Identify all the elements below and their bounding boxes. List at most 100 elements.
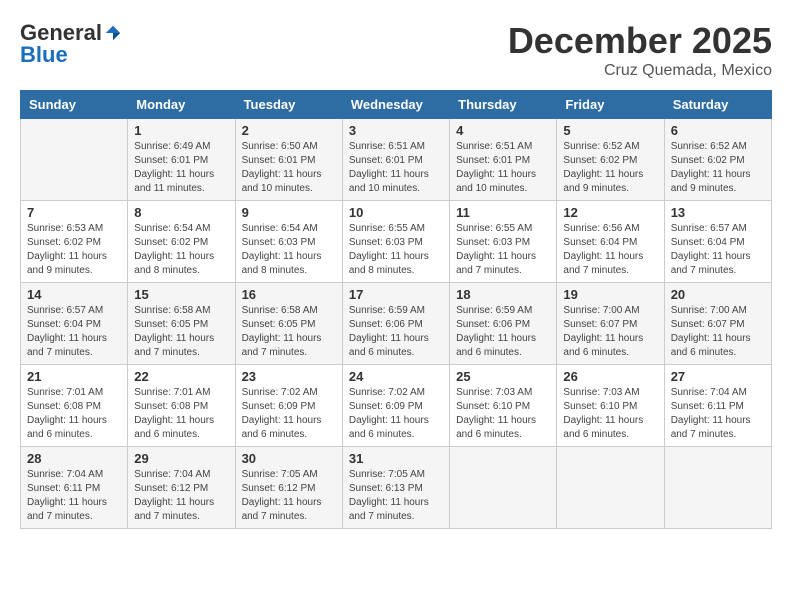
day-info: Sunrise: 7:01 AM Sunset: 6:08 PM Dayligh…	[134, 386, 228, 442]
calendar-day-cell: 26 Sunrise: 7:03 AM Sunset: 6:10 PM Dayli…	[557, 365, 664, 447]
day-info: Sunrise: 6:54 AM Sunset: 6:03 PM Dayligh…	[242, 222, 336, 278]
calendar-day-cell: 28Sunrise: 7:04 AM Sunset: 6:11 PM Dayli…	[21, 447, 128, 529]
day-number: 14	[27, 287, 121, 302]
day-number: 31	[349, 451, 443, 466]
day-number: 13	[671, 205, 765, 220]
calendar-day-cell: 21Sunrise: 7:01 AM Sunset: 6:08 PM Dayli…	[21, 365, 128, 447]
calendar-day-cell: 25Sunrise: 7:03 AM Sunset: 6:10 PM Dayli…	[450, 365, 557, 447]
day-info: Sunrise: 6:50 AM Sunset: 6:01 PM Dayligh…	[242, 140, 336, 196]
calendar-day-cell: 3 Sunrise: 6:51 AM Sunset: 6:01 PM Daylig…	[342, 119, 449, 201]
day-info: Sunrise: 6:52 AM Sunset: 6:02 PM Dayligh…	[563, 140, 657, 196]
calendar-day-cell: 5 Sunrise: 6:52 AM Sunset: 6:02 PM Daylig…	[557, 119, 664, 201]
logo: General Blue	[20, 20, 122, 68]
day-number: 16	[242, 287, 336, 302]
location: Cruz Quemada, Mexico	[508, 62, 772, 80]
day-info: Sunrise: 7:05 AM Sunset: 6:13 PM Dayligh…	[349, 468, 443, 524]
day-number: 15	[134, 287, 228, 302]
calendar-header-cell: Tuesday	[235, 91, 342, 119]
calendar-day-cell: 27 Sunrise: 7:04 AM Sunset: 6:11 PM Dayli…	[664, 365, 771, 447]
day-info: Sunrise: 7:02 AM Sunset: 6:09 PM Dayligh…	[349, 386, 443, 442]
calendar-day-cell: 14 Sunrise: 6:57 AM Sunset: 6:04 PM Dayli…	[21, 283, 128, 365]
calendar-day-cell	[557, 447, 664, 529]
calendar-day-cell: 23 Sunrise: 7:02 AM Sunset: 6:09 PM Dayli…	[235, 365, 342, 447]
day-number: 1	[134, 123, 228, 138]
day-info: Sunrise: 6:58 AM Sunset: 6:05 PM Dayligh…	[134, 304, 228, 360]
calendar-day-cell: 9 Sunrise: 6:54 AM Sunset: 6:03 PM Daylig…	[235, 201, 342, 283]
day-info: Sunrise: 6:55 AM Sunset: 6:03 PM Dayligh…	[456, 222, 550, 278]
day-number: 5	[563, 123, 657, 138]
calendar-body: 1 Sunrise: 6:49 AM Sunset: 6:01 PM Daylig…	[21, 119, 772, 529]
calendar-day-cell	[21, 119, 128, 201]
calendar-header-cell: Sunday	[21, 91, 128, 119]
calendar-day-cell: 22 Sunrise: 7:01 AM Sunset: 6:08 PM Dayli…	[128, 365, 235, 447]
day-info: Sunrise: 7:04 AM Sunset: 6:11 PM Dayligh…	[671, 386, 765, 442]
calendar-day-cell: 6 Sunrise: 6:52 AM Sunset: 6:02 PM Daylig…	[664, 119, 771, 201]
day-number: 25	[456, 369, 550, 384]
calendar-day-cell	[450, 447, 557, 529]
day-number: 2	[242, 123, 336, 138]
day-number: 11	[456, 205, 550, 220]
day-info: Sunrise: 7:04 AM Sunset: 6:12 PM Dayligh…	[134, 468, 228, 524]
calendar-week-row: 14 Sunrise: 6:57 AM Sunset: 6:04 PM Dayli…	[21, 283, 772, 365]
day-info: Sunrise: 6:58 AM Sunset: 6:05 PM Dayligh…	[242, 304, 336, 360]
day-info: Sunrise: 6:51 AM Sunset: 6:01 PM Dayligh…	[349, 140, 443, 196]
day-info: Sunrise: 6:59 AM Sunset: 6:06 PM Dayligh…	[349, 304, 443, 360]
calendar-day-cell: 2 Sunrise: 6:50 AM Sunset: 6:01 PM Daylig…	[235, 119, 342, 201]
day-number: 8	[134, 205, 228, 220]
day-number: 21	[27, 369, 121, 384]
day-info: Sunrise: 6:56 AM Sunset: 6:04 PM Dayligh…	[563, 222, 657, 278]
calendar-day-cell: 8Sunrise: 6:54 AM Sunset: 6:02 PM Daylig…	[128, 201, 235, 283]
day-number: 19	[563, 287, 657, 302]
day-info: Sunrise: 6:53 AM Sunset: 6:02 PM Dayligh…	[27, 222, 121, 278]
calendar-header-cell: Monday	[128, 91, 235, 119]
calendar-header-cell: Saturday	[664, 91, 771, 119]
calendar-day-cell: 10Sunrise: 6:55 AM Sunset: 6:03 PM Dayli…	[342, 201, 449, 283]
calendar-header-row: SundayMondayTuesdayWednesdayThursdayFrid…	[21, 91, 772, 119]
day-info: Sunrise: 7:04 AM Sunset: 6:11 PM Dayligh…	[27, 468, 121, 524]
calendar-header-cell: Friday	[557, 91, 664, 119]
page-header: General Blue December 2025 Cruz Quemada,…	[20, 20, 772, 80]
day-info: Sunrise: 6:59 AM Sunset: 6:06 PM Dayligh…	[456, 304, 550, 360]
day-info: Sunrise: 7:03 AM Sunset: 6:10 PM Dayligh…	[563, 386, 657, 442]
day-number: 9	[242, 205, 336, 220]
day-info: Sunrise: 7:00 AM Sunset: 6:07 PM Dayligh…	[671, 304, 765, 360]
calendar-day-cell: 12Sunrise: 6:56 AM Sunset: 6:04 PM Dayli…	[557, 201, 664, 283]
month-title: December 2025	[508, 20, 772, 62]
day-number: 23	[242, 369, 336, 384]
calendar-day-cell: 18 Sunrise: 6:59 AM Sunset: 6:06 PM Dayli…	[450, 283, 557, 365]
day-number: 20	[671, 287, 765, 302]
calendar-week-row: 7 Sunrise: 6:53 AM Sunset: 6:02 PM Daylig…	[21, 201, 772, 283]
day-info: Sunrise: 7:05 AM Sunset: 6:12 PM Dayligh…	[242, 468, 336, 524]
day-info: Sunrise: 6:57 AM Sunset: 6:04 PM Dayligh…	[671, 222, 765, 278]
day-info: Sunrise: 6:52 AM Sunset: 6:02 PM Dayligh…	[671, 140, 765, 196]
calendar-header-cell: Thursday	[450, 91, 557, 119]
day-info: Sunrise: 6:49 AM Sunset: 6:01 PM Dayligh…	[134, 140, 228, 196]
calendar-day-cell: 7 Sunrise: 6:53 AM Sunset: 6:02 PM Daylig…	[21, 201, 128, 283]
day-number: 17	[349, 287, 443, 302]
day-number: 18	[456, 287, 550, 302]
day-info: Sunrise: 6:57 AM Sunset: 6:04 PM Dayligh…	[27, 304, 121, 360]
calendar-day-cell: 11 Sunrise: 6:55 AM Sunset: 6:03 PM Dayli…	[450, 201, 557, 283]
calendar-day-cell	[664, 447, 771, 529]
calendar-day-cell: 29Sunrise: 7:04 AM Sunset: 6:12 PM Dayli…	[128, 447, 235, 529]
day-number: 7	[27, 205, 121, 220]
calendar-day-cell: 1 Sunrise: 6:49 AM Sunset: 6:01 PM Daylig…	[128, 119, 235, 201]
calendar-day-cell: 31 Sunrise: 7:05 AM Sunset: 6:13 PM Dayli…	[342, 447, 449, 529]
day-number: 30	[242, 451, 336, 466]
calendar-day-cell: 19Sunrise: 7:00 AM Sunset: 6:07 PM Dayli…	[557, 283, 664, 365]
day-number: 22	[134, 369, 228, 384]
day-info: Sunrise: 6:51 AM Sunset: 6:01 PM Dayligh…	[456, 140, 550, 196]
calendar-day-cell: 13 Sunrise: 6:57 AM Sunset: 6:04 PM Dayli…	[664, 201, 771, 283]
calendar-week-row: 28Sunrise: 7:04 AM Sunset: 6:11 PM Dayli…	[21, 447, 772, 529]
day-number: 26	[563, 369, 657, 384]
logo-icon	[104, 24, 122, 42]
day-number: 6	[671, 123, 765, 138]
day-info: Sunrise: 7:02 AM Sunset: 6:09 PM Dayligh…	[242, 386, 336, 442]
calendar-week-row: 21 Sunrise: 7:01 AM Sunset: 6:08 PM Dayli…	[21, 365, 772, 447]
day-number: 10	[349, 205, 443, 220]
day-number: 27	[671, 369, 765, 384]
day-number: 3	[349, 123, 443, 138]
calendar-header-cell: Wednesday	[342, 91, 449, 119]
calendar-day-cell: 15 Sunrise: 6:58 AM Sunset: 6:05 PM Dayli…	[128, 283, 235, 365]
day-number: 24	[349, 369, 443, 384]
